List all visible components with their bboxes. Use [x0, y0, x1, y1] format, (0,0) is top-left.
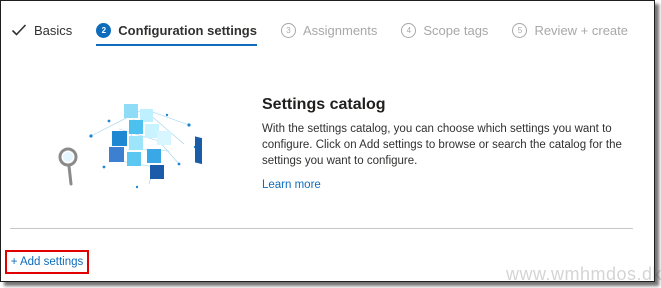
watermark: www.wmhmdos.dk [506, 264, 661, 284]
settings-catalog-section: Settings catalog With the settings catal… [262, 96, 622, 193]
step-number-5: 5 [512, 22, 528, 38]
step-review-create[interactable]: 5 Review + create [512, 18, 628, 42]
step-label-configuration-settings: Configuration settings [118, 22, 257, 38]
learn-more-link[interactable]: Learn more [262, 179, 321, 191]
wizard-panel: Basics 2 Configuration settings 3 Assign… [0, 0, 661, 284]
step-number-3: 3 [280, 22, 296, 38]
step-scope-tags[interactable]: 4 Scope tags [401, 18, 488, 42]
checkmark-icon [11, 24, 27, 36]
step-label-basics: Basics [34, 22, 73, 38]
add-settings-button[interactable]: + Add settings [5, 250, 89, 274]
step-label-scope-tags: Scope tags [423, 22, 489, 38]
settings-catalog-description: With the settings catalog, you can choos… [262, 123, 622, 167]
step-basics[interactable]: Basics [11, 18, 72, 42]
step-assignments[interactable]: 3 Assignments [280, 18, 378, 42]
step-configuration-settings[interactable]: 2 Configuration settings [96, 18, 257, 46]
settings-catalog-title: Settings catalog [262, 96, 386, 113]
step-number-4: 4 [401, 22, 417, 38]
step-label-assignments: Assignments [302, 22, 378, 38]
divider [10, 228, 633, 229]
step-number-2: 2 [96, 22, 112, 38]
wizard-steps: Basics 2 Configuration settings 3 Assign… [11, 18, 652, 46]
step-label-review-create: Review + create [534, 22, 629, 38]
settings-catalog-illustration-icon [58, 104, 202, 189]
